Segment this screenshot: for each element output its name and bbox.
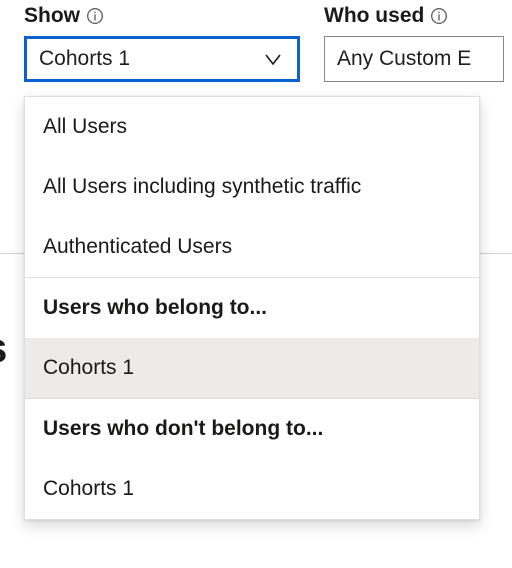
filter-row: Show Cohorts 1 [24, 0, 512, 82]
dropdown-group-belong-to: Users who belong to... [25, 277, 479, 338]
info-icon[interactable] [86, 7, 104, 25]
filter-who-used-label: Who used [324, 4, 424, 28]
filter-show-label-row: Show [24, 0, 300, 36]
dropdown-option-authenticated-users[interactable]: Authenticated Users [25, 217, 479, 277]
filter-who-used-label-row: Who used [324, 0, 504, 36]
chevron-down-icon [261, 47, 285, 71]
show-dropdown-value: Cohorts 1 [39, 47, 130, 71]
show-dropdown-panel: All Users All Users including synthetic … [24, 96, 480, 520]
dropdown-option-all-users-synthetic[interactable]: All Users including synthetic traffic [25, 157, 479, 217]
filter-who-used: Who used Any Custom E [324, 0, 504, 82]
show-dropdown[interactable]: Cohorts 1 [24, 36, 300, 82]
filter-show-label: Show [24, 4, 80, 28]
page-heading-fragment: s [0, 324, 7, 372]
dropdown-option-all-users[interactable]: All Users [25, 97, 479, 157]
who-used-dropdown[interactable]: Any Custom E [324, 36, 504, 82]
dropdown-option-cohorts-1-belong[interactable]: Cohorts 1 [25, 338, 479, 398]
info-icon[interactable] [430, 7, 448, 25]
dropdown-option-cohorts-1-dont-belong[interactable]: Cohorts 1 [25, 459, 479, 519]
dropdown-group-dont-belong-to: Users who don't belong to... [25, 398, 479, 459]
who-used-dropdown-value: Any Custom E [337, 47, 471, 71]
filter-show: Show Cohorts 1 [24, 0, 300, 82]
